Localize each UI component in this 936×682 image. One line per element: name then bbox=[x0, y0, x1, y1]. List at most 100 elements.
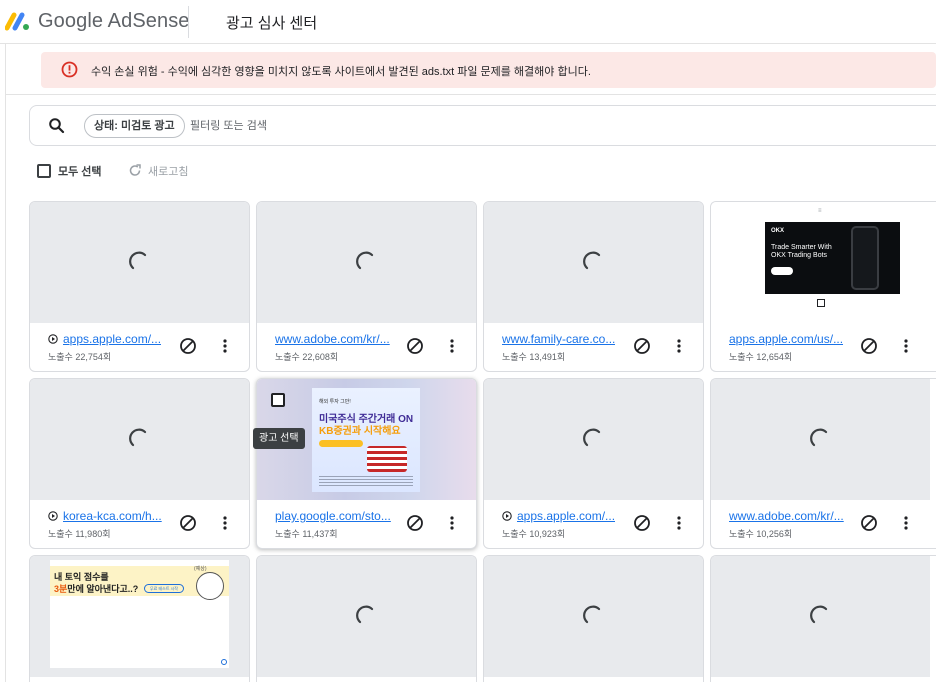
ad-thumbnail[interactable] bbox=[711, 556, 930, 677]
ad-impressions: 노출수 11,437회 bbox=[275, 529, 338, 539]
ad-domain: www.adobe.com/kr/... bbox=[275, 332, 390, 346]
toeic-highlight: 3분 bbox=[54, 584, 68, 594]
ad-card[interactable]: ≡ OKX Trade Smarter With OKX Trading Bot… bbox=[710, 201, 936, 372]
block-icon[interactable] bbox=[860, 514, 878, 532]
ad-domain-link[interactable]: apps.apple.com/... bbox=[502, 509, 627, 523]
brand-google: Google bbox=[38, 10, 104, 32]
loading-spinner-icon bbox=[583, 251, 601, 270]
toeic-creative: 내 토익 점수를 3분만에 알아낸다고..? (예상) 무료 테스트 시작 bbox=[50, 560, 229, 668]
kb-creative: 해외 투자 그만! 미국주식 주간거래 ON KB증권과 시작해요 bbox=[312, 388, 420, 492]
ad-select-checkbox[interactable] bbox=[271, 393, 285, 407]
select-ad-tooltip: 광고 선택 bbox=[253, 428, 305, 449]
ad-card[interactable] bbox=[256, 555, 477, 682]
ad-card[interactable]: www.adobe.com/kr/... 노출수 10,256회 bbox=[710, 378, 936, 549]
play-circle-icon bbox=[502, 511, 512, 521]
block-icon[interactable] bbox=[633, 514, 651, 532]
ad-domain-link[interactable]: apps.apple.com/... bbox=[48, 332, 173, 346]
search-icon[interactable] bbox=[48, 117, 66, 135]
ad-meta: www.family-care.co... 노출수 13,491회 bbox=[484, 323, 703, 371]
ad-impressions: 노출수 12,654회 bbox=[729, 352, 793, 362]
section-divider bbox=[6, 94, 936, 95]
ad-card-hovered[interactable]: 해외 투자 그만! 미국주식 주간거래 ON KB증권과 시작해요 play.g… bbox=[256, 378, 477, 549]
ad-thumbnail[interactable] bbox=[30, 202, 249, 323]
more-vert-icon[interactable] bbox=[218, 514, 232, 532]
select-all-checkbox[interactable]: 모두 선택 bbox=[37, 163, 102, 179]
ad-domain: www.adobe.com/kr/... bbox=[729, 509, 844, 523]
app-header: Google AdSense 광고 심사 센터 bbox=[0, 0, 936, 44]
loading-spinner-icon bbox=[810, 428, 828, 447]
ad-domain: apps.apple.com/... bbox=[517, 509, 616, 523]
refresh-button[interactable]: 새로고침 bbox=[128, 163, 188, 179]
ad-thumbnail[interactable] bbox=[30, 379, 249, 500]
more-vert-icon[interactable] bbox=[672, 514, 686, 532]
more-vert-icon[interactable] bbox=[899, 514, 913, 532]
ad-domain-link[interactable]: www.adobe.com/kr/... bbox=[275, 332, 400, 346]
ad-card[interactable]: www.family-care.co... 노출수 13,491회 bbox=[483, 201, 704, 372]
ads-txt-alert: 수익 손실 위험 - 수익에 심각한 영향을 미치지 않도록 사이트에서 발견된… bbox=[41, 52, 936, 88]
ad-info-icon bbox=[221, 659, 227, 665]
okx-creative: OKX Trade Smarter With OKX Trading Bots bbox=[765, 222, 900, 294]
ad-card[interactable] bbox=[710, 555, 936, 682]
brand-name[interactable]: Google AdSense bbox=[38, 10, 190, 33]
ad-domain-link[interactable]: www.adobe.com/kr/... bbox=[729, 509, 854, 523]
ad-card[interactable]: www.adobe.com/kr/... 노출수 22,608회 bbox=[256, 201, 477, 372]
ad-domain: apps.apple.com/... bbox=[63, 332, 162, 346]
select-all-label: 모두 선택 bbox=[58, 166, 102, 178]
loading-spinner-icon bbox=[583, 605, 601, 624]
page-title: 광고 심사 센터 bbox=[226, 15, 318, 32]
more-vert-icon[interactable] bbox=[672, 337, 686, 355]
ad-thumbnail[interactable] bbox=[257, 202, 476, 323]
block-icon[interactable] bbox=[860, 337, 878, 355]
character-illustration bbox=[196, 572, 224, 600]
toeic-line-2-rest: 만에 알아낸다고..? bbox=[67, 584, 139, 594]
ad-domain-link[interactable]: play.google.com/sto... bbox=[275, 509, 400, 523]
ad-domain-link[interactable]: apps.apple.com/us/... bbox=[729, 332, 854, 346]
ad-domain-link[interactable]: korea-kca.com/h... bbox=[48, 509, 173, 523]
ad-domain: play.google.com/sto... bbox=[275, 509, 391, 523]
status-filter-chip[interactable]: 상태: 미검토 광고 bbox=[84, 114, 185, 138]
ad-domain-link[interactable]: www.family-care.co... bbox=[502, 332, 627, 346]
ad-meta: www.adobe.com/kr/... 노출수 10,256회 bbox=[711, 500, 930, 548]
ad-meta: www.adobe.com/kr/... 노출수 22,608회 bbox=[257, 323, 476, 371]
refresh-icon bbox=[129, 164, 141, 176]
toeic-line-2: 3분만에 알아낸다고..? bbox=[54, 582, 138, 595]
ad-thumbnail[interactable] bbox=[484, 202, 703, 323]
ad-meta: apps.apple.com/... 노출수 10,923회 bbox=[484, 500, 703, 548]
ad-thumbnail[interactable]: 내 토익 점수를 3분만에 알아낸다고..? (예상) 무료 테스트 시작 bbox=[30, 556, 249, 677]
ad-card[interactable]: 내 토익 점수를 3분만에 알아낸다고..? (예상) 무료 테스트 시작 bbox=[29, 555, 250, 682]
ad-thumbnail[interactable] bbox=[484, 379, 703, 500]
adsense-logo-icon[interactable] bbox=[5, 11, 31, 31]
loading-spinner-icon bbox=[129, 251, 147, 270]
okx-headline: Trade Smarter With OKX Trading Bots bbox=[771, 244, 832, 259]
more-vert-icon[interactable] bbox=[899, 337, 913, 355]
filter-search-input[interactable] bbox=[190, 114, 490, 138]
more-vert-icon[interactable] bbox=[445, 514, 459, 532]
more-vert-icon[interactable] bbox=[445, 337, 459, 355]
brand-product: AdSense bbox=[107, 10, 190, 32]
block-icon[interactable] bbox=[179, 337, 197, 355]
ad-thumbnail[interactable]: ≡ OKX Trade Smarter With OKX Trading Bot… bbox=[711, 202, 930, 323]
phone-image bbox=[851, 226, 879, 290]
more-vert-icon[interactable] bbox=[218, 337, 232, 355]
kb-small-text: 해외 투자 그만! bbox=[319, 399, 351, 405]
select-all-box[interactable] bbox=[37, 164, 51, 178]
ad-impressions: 노출수 10,256회 bbox=[729, 529, 793, 539]
ad-card[interactable]: apps.apple.com/... 노출수 10,923회 bbox=[483, 378, 704, 549]
alert-text: 수익 손실 위험 - 수익에 심각한 영향을 미치지 않도록 사이트에서 발견된… bbox=[91, 66, 591, 78]
ad-card[interactable] bbox=[483, 555, 704, 682]
play-circle-icon bbox=[48, 511, 58, 521]
loading-spinner-icon bbox=[129, 428, 147, 447]
block-icon[interactable] bbox=[633, 337, 651, 355]
block-icon[interactable] bbox=[406, 337, 424, 355]
block-icon[interactable] bbox=[179, 514, 197, 532]
loading-spinner-icon bbox=[356, 605, 374, 624]
ad-thumbnail[interactable] bbox=[484, 556, 703, 677]
ad-thumbnail[interactable] bbox=[711, 379, 930, 500]
block-icon[interactable] bbox=[406, 514, 424, 532]
ad-thumbnail[interactable] bbox=[257, 556, 476, 677]
kb-fineprint bbox=[319, 476, 413, 486]
ad-card[interactable]: apps.apple.com/... 노출수 22,754회 bbox=[29, 201, 250, 372]
filter-bar: 상태: 미검토 광고 bbox=[29, 105, 936, 146]
ad-card[interactable]: korea-kca.com/h... 노출수 11,980회 bbox=[29, 378, 250, 549]
ad-impressions: 노출수 22,754회 bbox=[48, 352, 112, 362]
